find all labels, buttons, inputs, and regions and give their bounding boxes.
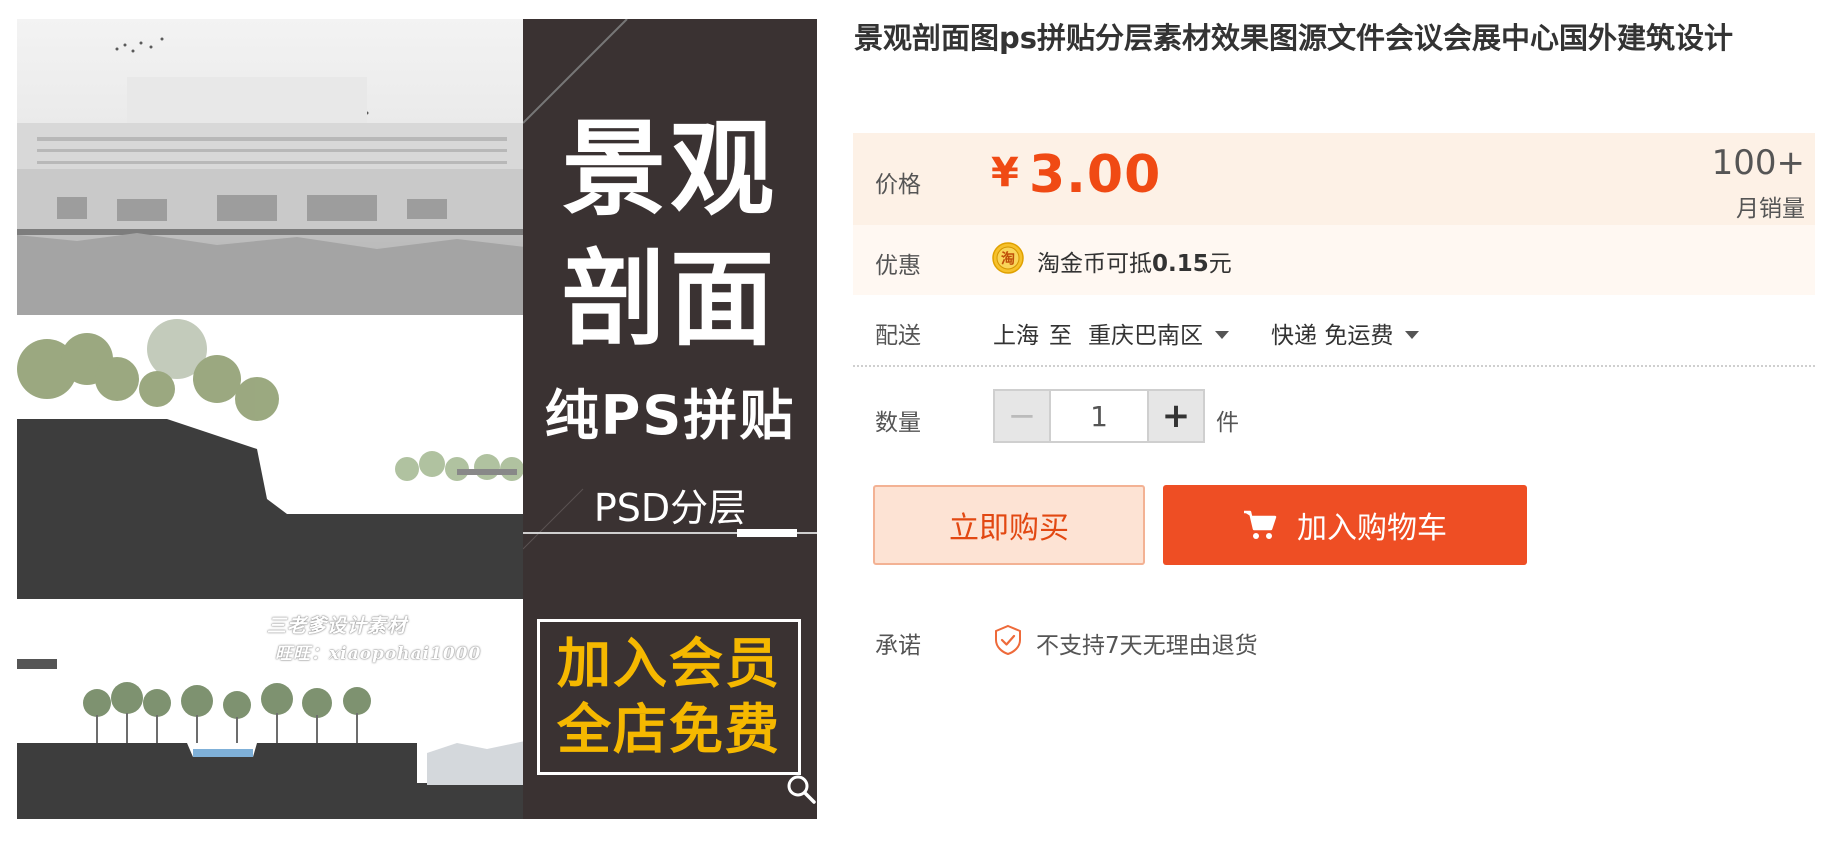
promo-unit: 元 xyxy=(1208,251,1232,277)
watermark-contact: 旺旺：xiaopohai1000 xyxy=(275,644,482,664)
price-currency: ¥ xyxy=(991,150,1019,196)
shipping-fee: 免运费 xyxy=(1324,323,1394,349)
quantity-unit: 件 xyxy=(1216,410,1239,436)
svg-text:淘: 淘 xyxy=(1001,251,1015,268)
watermark-shop-name: 三老爹设计素材 xyxy=(267,615,408,637)
promo-text: 淘金币可抵0.15元 xyxy=(1037,244,1232,278)
banner-title-line1: 景观 xyxy=(561,108,778,230)
caret-down-icon xyxy=(1215,330,1229,339)
quantity-decrease-button[interactable]: − xyxy=(995,391,1051,441)
monthly-sales-label: 月销量 xyxy=(1736,196,1805,222)
building-section-panel xyxy=(17,19,525,315)
promo-amount: 0.15 xyxy=(1152,251,1209,277)
member-line-2: 全店免费 xyxy=(557,698,781,761)
shipping-method-select[interactable]: 快递 免运费 xyxy=(1271,316,1420,350)
member-line-1: 加入会员 xyxy=(557,632,781,695)
building-section-illustration xyxy=(17,37,525,315)
banner-divider-accent xyxy=(737,529,797,537)
taobao-coin-icon: 淘 xyxy=(992,242,1024,278)
caret-down-icon xyxy=(1405,330,1420,339)
promise-text: 不支持7天无理由退货 xyxy=(1036,633,1258,659)
product-title: 景观剖面图ps拼贴分层素材效果图源文件会议会展中心国外建筑设计 xyxy=(854,21,1734,55)
promo-text-prefix: 淘金币可抵 xyxy=(1037,251,1152,277)
landscape-section-illustration xyxy=(17,319,525,599)
delivery-label: 配送 xyxy=(875,323,921,349)
delivery-origin: 上海 xyxy=(993,323,1039,349)
promo-label: 优惠 xyxy=(875,253,921,279)
tropical-section-panel: 三老爹设计素材 旺旺：xiaopohai1000 xyxy=(17,603,525,819)
quantity-label: 数量 xyxy=(875,410,921,436)
shipping-method: 快递 xyxy=(1271,323,1317,349)
delivery-to-word: 至 xyxy=(1049,323,1072,349)
delivery-row: 配送 上海 至 重庆巴南区 快递 免运费 xyxy=(853,300,1815,366)
quantity-increase-button[interactable]: + xyxy=(1147,391,1203,441)
banner-subtitle: 纯PS拼贴 xyxy=(544,384,796,447)
promo-banner: 景观 剖面 纯PS拼贴 PSD分层 加入会员 全店免费 xyxy=(523,19,817,819)
landscape-section-panel xyxy=(17,319,525,599)
promise-label: 承诺 xyxy=(875,633,921,659)
monthly-sales-count: 100+ xyxy=(1711,143,1805,183)
product-image[interactable]: 三老爹设计素材 旺旺：xiaopohai1000 景观 剖面 纯PS拼贴 PSD… xyxy=(17,19,817,819)
promo-row: 优惠 淘 淘金币可抵0.15元 xyxy=(853,225,1815,295)
shopping-cart-icon xyxy=(1243,509,1277,541)
buy-now-label: 立即购买 xyxy=(949,511,1069,546)
delivery-destination: 重庆巴南区 xyxy=(1088,323,1203,349)
member-promo-box: 加入会员 全店免费 xyxy=(537,619,801,775)
price-value: 3.00 xyxy=(1029,145,1162,205)
section-divider xyxy=(853,365,1815,367)
banner-format: PSD分层 xyxy=(593,486,747,530)
add-to-cart-button[interactable]: 加入购物车 xyxy=(1163,485,1527,565)
price-row: 价格 ¥ 3.00 100+ 月销量 xyxy=(853,133,1815,225)
delivery-destination-select[interactable]: 重庆巴南区 xyxy=(1088,316,1229,350)
banner-title-line2: 剖面 xyxy=(561,238,778,360)
add-to-cart-label: 加入购物车 xyxy=(1297,511,1447,546)
magnifier-icon[interactable] xyxy=(785,773,817,809)
price-label: 价格 xyxy=(875,172,921,198)
quantity-stepper: − + xyxy=(993,389,1205,443)
shield-check-icon xyxy=(993,624,1023,660)
quantity-input[interactable] xyxy=(1051,391,1147,441)
buy-now-button[interactable]: 立即购买 xyxy=(873,485,1145,565)
